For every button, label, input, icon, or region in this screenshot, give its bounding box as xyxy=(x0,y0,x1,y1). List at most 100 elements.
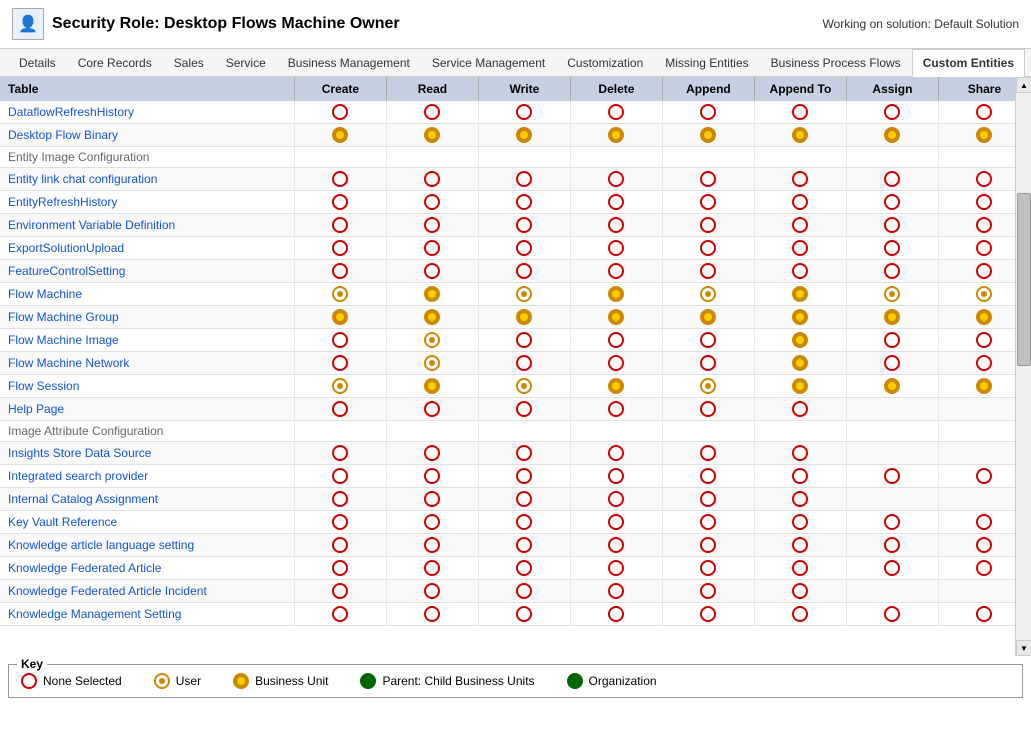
table-cell-create[interactable] xyxy=(294,398,386,421)
table-name-link[interactable]: Knowledge article language setting xyxy=(8,538,194,552)
table-cell-appendTo[interactable] xyxy=(754,306,846,329)
table-cell-assign[interactable] xyxy=(846,124,938,147)
perm-none-icon[interactable] xyxy=(976,171,992,187)
perm-user-icon[interactable] xyxy=(700,286,716,302)
perm-none-icon[interactable] xyxy=(332,194,348,210)
table-name-link[interactable]: Knowledge Federated Article xyxy=(8,561,161,575)
perm-user-icon[interactable] xyxy=(976,286,992,302)
perm-none-icon[interactable] xyxy=(792,583,808,599)
tab-details[interactable]: Details xyxy=(8,49,67,76)
perm-none-icon[interactable] xyxy=(700,468,716,484)
perm-none-icon[interactable] xyxy=(792,194,808,210)
perm-none-icon[interactable] xyxy=(884,171,900,187)
table-cell-create[interactable] xyxy=(294,421,386,442)
perm-none-icon[interactable] xyxy=(976,240,992,256)
table-cell-read[interactable] xyxy=(386,329,478,352)
table-cell-append[interactable] xyxy=(662,488,754,511)
table-cell-write[interactable] xyxy=(478,214,570,237)
perm-none-icon[interactable] xyxy=(792,514,808,530)
table-cell-read[interactable] xyxy=(386,306,478,329)
perm-none-icon[interactable] xyxy=(516,194,532,210)
perm-none-icon[interactable] xyxy=(884,194,900,210)
table-cell-create[interactable] xyxy=(294,237,386,260)
table-cell-delete[interactable] xyxy=(570,488,662,511)
table-cell-delete[interactable] xyxy=(570,352,662,375)
table-cell-delete[interactable] xyxy=(570,398,662,421)
perm-none-icon[interactable] xyxy=(884,560,900,576)
table-cell-read[interactable] xyxy=(386,442,478,465)
table-name-link[interactable]: Knowledge Management Setting xyxy=(8,607,181,621)
table-cell-appendTo[interactable] xyxy=(754,147,846,168)
perm-bu-icon[interactable] xyxy=(516,309,532,325)
table-cell-assign[interactable] xyxy=(846,306,938,329)
tab-sales[interactable]: Sales xyxy=(163,49,215,76)
table-cell-assign[interactable] xyxy=(846,557,938,580)
perm-none-icon[interactable] xyxy=(792,560,808,576)
table-cell-create[interactable] xyxy=(294,442,386,465)
table-cell-read[interactable] xyxy=(386,421,478,442)
table-cell-write[interactable] xyxy=(478,352,570,375)
perm-none-icon[interactable] xyxy=(700,332,716,348)
perm-bu-icon[interactable] xyxy=(424,378,440,394)
table-cell-assign[interactable] xyxy=(846,580,938,603)
table-cell-appendTo[interactable] xyxy=(754,191,846,214)
perm-user-icon[interactable] xyxy=(516,286,532,302)
perm-none-icon[interactable] xyxy=(424,491,440,507)
table-cell-write[interactable] xyxy=(478,603,570,626)
table-cell-assign[interactable] xyxy=(846,603,938,626)
perm-none-icon[interactable] xyxy=(516,445,532,461)
table-cell-append[interactable] xyxy=(662,214,754,237)
perm-none-icon[interactable] xyxy=(884,240,900,256)
table-cell-append[interactable] xyxy=(662,421,754,442)
perm-none-icon[interactable] xyxy=(792,263,808,279)
table-cell-assign[interactable] xyxy=(846,398,938,421)
perm-none-icon[interactable] xyxy=(792,491,808,507)
perm-user-icon[interactable] xyxy=(332,378,348,394)
table-cell-write[interactable] xyxy=(478,511,570,534)
perm-none-icon[interactable] xyxy=(608,240,624,256)
perm-user-icon[interactable] xyxy=(700,378,716,394)
perm-bu-icon[interactable] xyxy=(976,127,992,143)
table-cell-create[interactable] xyxy=(294,352,386,375)
perm-none-icon[interactable] xyxy=(608,401,624,417)
table-cell-create[interactable] xyxy=(294,101,386,124)
table-name-link[interactable]: Insights Store Data Source xyxy=(8,446,151,460)
perm-none-icon[interactable] xyxy=(976,606,992,622)
table-cell-delete[interactable] xyxy=(570,442,662,465)
table-cell-append[interactable] xyxy=(662,283,754,306)
table-cell-appendTo[interactable] xyxy=(754,168,846,191)
table-cell-delete[interactable] xyxy=(570,283,662,306)
perm-none-icon[interactable] xyxy=(424,445,440,461)
table-cell-append[interactable] xyxy=(662,442,754,465)
perm-none-icon[interactable] xyxy=(608,514,624,530)
perm-none-icon[interactable] xyxy=(332,171,348,187)
table-cell-create[interactable] xyxy=(294,603,386,626)
perm-user-icon[interactable] xyxy=(424,332,440,348)
perm-none-icon[interactable] xyxy=(516,583,532,599)
tab-missing-entities[interactable]: Missing Entities xyxy=(654,49,759,76)
table-cell-write[interactable] xyxy=(478,329,570,352)
table-cell-create[interactable] xyxy=(294,534,386,557)
perm-none-icon[interactable] xyxy=(608,583,624,599)
perm-bu-icon[interactable] xyxy=(424,309,440,325)
table-cell-assign[interactable] xyxy=(846,511,938,534)
table-cell-create[interactable] xyxy=(294,511,386,534)
perm-none-icon[interactable] xyxy=(608,491,624,507)
perm-none-icon[interactable] xyxy=(700,240,716,256)
table-cell-assign[interactable] xyxy=(846,260,938,283)
table-cell-create[interactable] xyxy=(294,124,386,147)
table-cell-appendTo[interactable] xyxy=(754,124,846,147)
table-name-link[interactable]: Flow Machine xyxy=(8,287,82,301)
table-cell-read[interactable] xyxy=(386,398,478,421)
table-cell-create[interactable] xyxy=(294,465,386,488)
table-cell-write[interactable] xyxy=(478,375,570,398)
table-cell-write[interactable] xyxy=(478,237,570,260)
table-cell-appendTo[interactable] xyxy=(754,283,846,306)
table-cell-delete[interactable] xyxy=(570,534,662,557)
perm-none-icon[interactable] xyxy=(608,171,624,187)
perm-none-icon[interactable] xyxy=(424,606,440,622)
perm-bu-icon[interactable] xyxy=(608,378,624,394)
table-cell-assign[interactable] xyxy=(846,101,938,124)
perm-bu-icon[interactable] xyxy=(424,127,440,143)
table-cell-create[interactable] xyxy=(294,580,386,603)
